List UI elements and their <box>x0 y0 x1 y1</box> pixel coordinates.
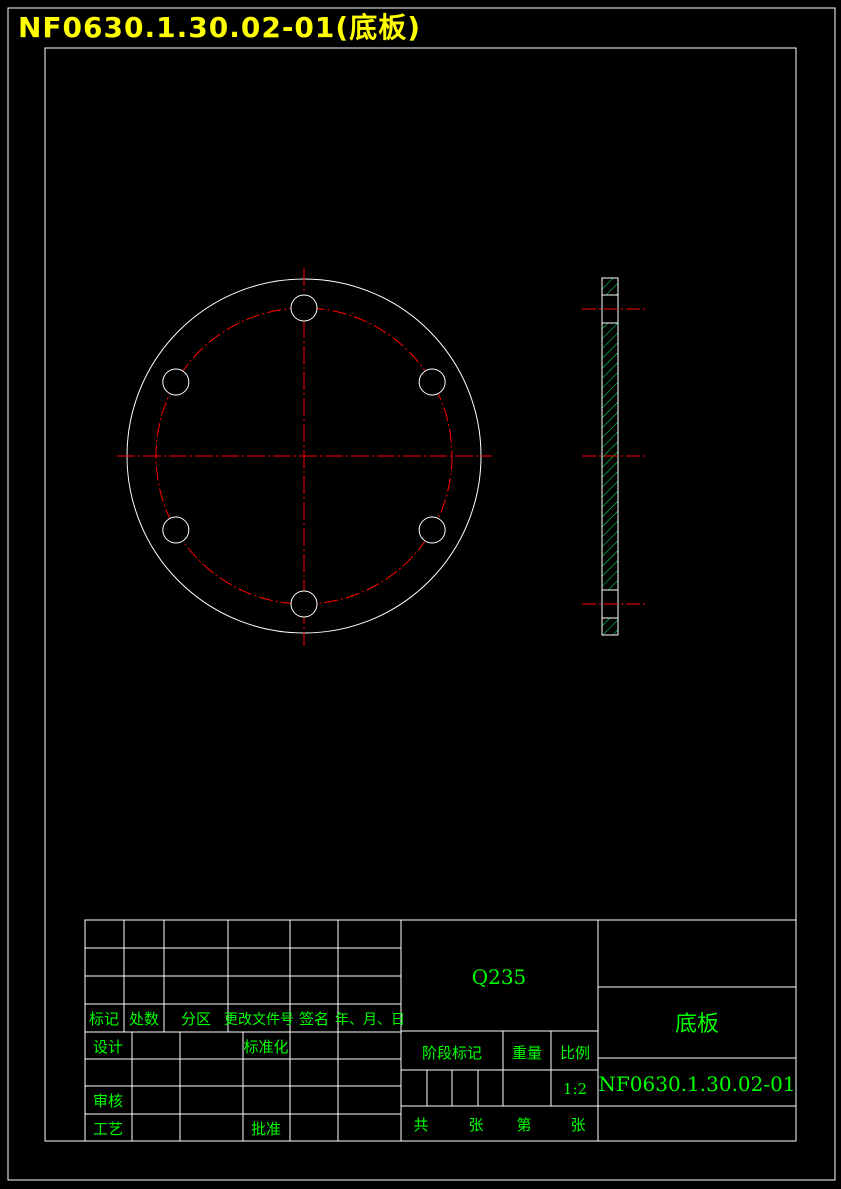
bolt-hole <box>290 294 318 322</box>
label-total: 共 <box>413 1116 428 1134</box>
rev-header-mark: 标记 <box>89 1010 119 1028</box>
material: Q235 <box>472 965 527 989</box>
label-design: 设计 <box>93 1038 123 1056</box>
bolt-hole <box>290 590 318 618</box>
label-process: 工艺 <box>93 1120 123 1138</box>
label-approval: 批准 <box>251 1120 281 1138</box>
label-ratio: 比例 <box>560 1044 590 1062</box>
label-weight: 重量 <box>512 1044 542 1062</box>
bolt-hole <box>162 516 190 544</box>
section-segment-bottom <box>601 617 619 636</box>
label-sheets: 张 <box>468 1116 483 1134</box>
label-standardization: 标准化 <box>243 1038 288 1056</box>
bolt-hole <box>418 516 446 544</box>
label-sheet-no: 第 <box>516 1116 531 1134</box>
engineering-drawing: 标记 处数 分区 更改文件号 签名 年、月、日 设计 标准化 审核 工艺 批准 … <box>0 0 841 1189</box>
rev-header-count: 处数 <box>129 1010 159 1028</box>
bolt-hole <box>162 368 190 396</box>
scale-value: 1:2 <box>563 1080 587 1098</box>
rev-header-change-doc: 更改文件号 <box>224 1012 294 1028</box>
part-name: 底板 <box>675 1012 719 1037</box>
rev-header-date: 年、月、日 <box>335 1012 405 1028</box>
section-segment-top <box>601 277 619 296</box>
label-sheet: 张 <box>570 1116 585 1134</box>
rev-header-signature: 签名 <box>299 1010 329 1028</box>
bolt-hole <box>418 368 446 396</box>
label-stage-mark: 阶段标记 <box>422 1044 482 1062</box>
label-review: 审核 <box>93 1092 123 1110</box>
rev-header-zone: 分区 <box>181 1010 211 1028</box>
drawing-title: NF0630.1.30.02-01(底板) <box>18 11 421 44</box>
drawing-number: NF0630.1.30.02-01 <box>598 1072 795 1096</box>
